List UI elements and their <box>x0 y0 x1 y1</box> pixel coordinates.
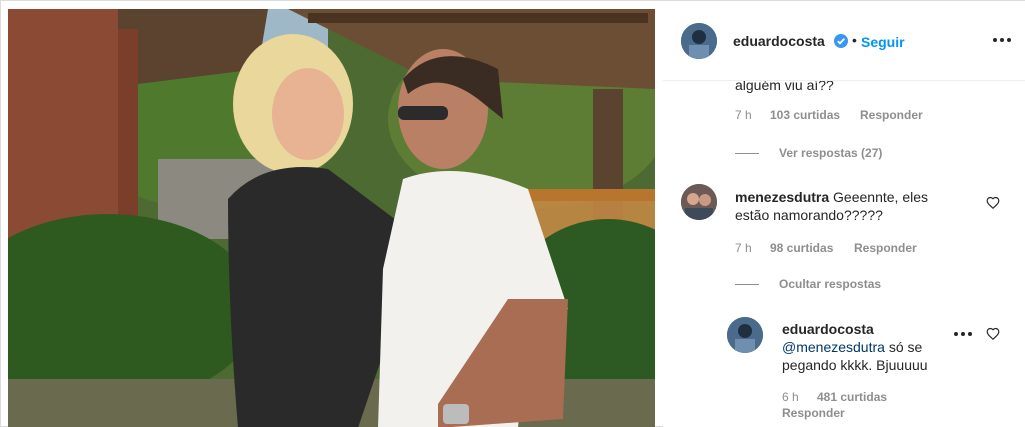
reply-username-link[interactable]: eduardocosta <box>782 321 874 337</box>
comment-likes[interactable]: 98 curtidas <box>770 241 833 255</box>
comment-username[interactable]: menezesdutra <box>735 189 829 205</box>
avatar-icon <box>727 317 763 353</box>
author-username[interactable]: eduardocosta <box>733 33 825 49</box>
instagram-post: eduardocosta • Seguir alguém viu aí?? 7 … <box>0 0 1025 427</box>
comment-text: menezesdutra Geeennte, eles <box>735 188 928 206</box>
post-header: eduardocosta • Seguir <box>663 1 1025 81</box>
comment-time[interactable]: 7 h <box>735 241 752 255</box>
post-photo[interactable] <box>8 9 655 427</box>
reply-text-line1: @menezesdutra só se <box>782 338 922 356</box>
reply-author-avatar[interactable] <box>727 317 763 353</box>
photo-illustration <box>8 9 655 427</box>
follow-button[interactable]: Seguir <box>861 34 905 50</box>
comment-text-partial: alguém viu aí?? <box>735 81 834 93</box>
reply-body-line1: só se <box>884 339 923 355</box>
comment-time[interactable]: 7 h <box>735 108 752 122</box>
reply-button[interactable]: Responder <box>782 406 845 420</box>
commenter-avatar[interactable] <box>681 184 717 220</box>
more-options-icon[interactable] <box>993 29 1013 49</box>
view-replies-button[interactable]: Ver respostas (27) <box>779 146 882 160</box>
reply-body-line2: pegando kkkk. Bjuuuuu <box>782 357 928 373</box>
hide-replies-button[interactable]: Ocultar respostas <box>779 277 881 291</box>
comments-panel: eduardocosta • Seguir alguém viu aí?? 7 … <box>663 1 1025 427</box>
comment-body-line1: Geeennte, eles <box>833 189 929 205</box>
reply-username: eduardocosta <box>782 320 874 338</box>
like-heart-icon[interactable] <box>986 327 1000 341</box>
reply-time[interactable]: 6 h <box>782 390 799 404</box>
like-heart-icon[interactable] <box>986 196 1000 210</box>
header-separator: • <box>852 32 857 48</box>
reply-button[interactable]: Responder <box>860 108 923 122</box>
replies-divider <box>735 284 759 285</box>
avatar-icon <box>681 184 717 220</box>
comment-likes[interactable]: 103 curtidas <box>770 108 840 122</box>
verified-badge-icon <box>834 34 848 48</box>
reply-more-options-icon[interactable] <box>954 331 974 337</box>
avatar-icon <box>681 23 717 59</box>
comments-list: alguém viu aí?? 7 h 103 curtidas Respond… <box>663 81 1025 427</box>
reply-likes[interactable]: 481 curtidas <box>817 390 887 404</box>
replies-divider <box>735 153 759 154</box>
reply-button[interactable]: Responder <box>854 241 917 255</box>
author-avatar[interactable] <box>681 23 717 59</box>
comment-body-line2: estão namorando????? <box>735 207 883 223</box>
mention-link[interactable]: @menezesdutra <box>782 339 885 355</box>
